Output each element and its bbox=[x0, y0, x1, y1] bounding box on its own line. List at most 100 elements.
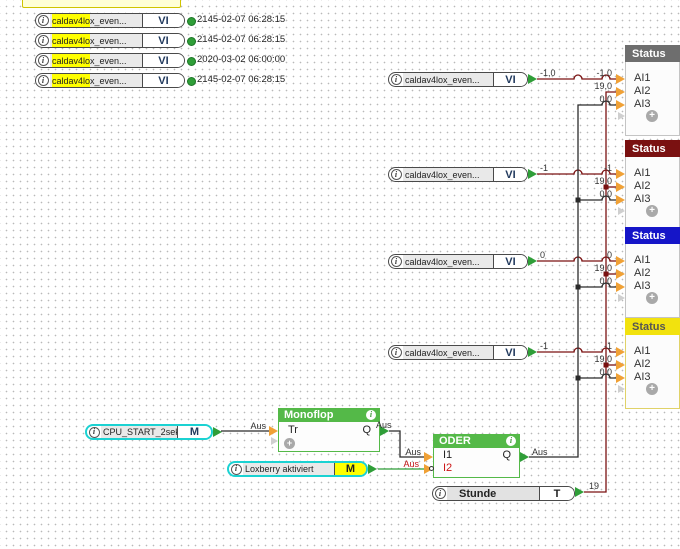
port-vi: VI bbox=[143, 54, 184, 67]
oder-block-body[interactable]: I1 I2 Q bbox=[433, 448, 520, 478]
oder-block-header[interactable]: ODER i bbox=[433, 434, 520, 448]
vi-terminal-left-2[interactable]: i caldav4lo x_even... VI bbox=[35, 33, 185, 48]
stunde-terminal[interactable]: i Stunde T bbox=[432, 486, 575, 501]
input-connector[interactable] bbox=[616, 100, 625, 110]
output-value-timestamp: 2145-02-07 06:28:15 bbox=[197, 34, 286, 45]
monoflop-block-body[interactable]: Tr Q bbox=[278, 422, 380, 452]
loxberry-terminal[interactable]: i Loxberry aktiviert M bbox=[227, 461, 368, 477]
output-value-timestamp: 2145-02-07 06:28:15 bbox=[197, 74, 286, 85]
output-connector[interactable] bbox=[368, 464, 377, 474]
input-ai2: AI2 bbox=[634, 358, 651, 370]
wire-value: -1 bbox=[603, 341, 612, 351]
output-connector[interactable] bbox=[187, 37, 196, 46]
info-icon: i bbox=[36, 35, 50, 46]
input-ai1: AI1 bbox=[634, 254, 651, 266]
wire-value: 0 bbox=[606, 250, 612, 260]
output-value-timestamp: 2145-02-07 06:28:15 bbox=[197, 14, 286, 25]
info-icon: i bbox=[229, 463, 243, 475]
input-ai2: AI2 bbox=[634, 180, 651, 192]
partial-block-top[interactable] bbox=[22, 0, 181, 8]
output-connector[interactable] bbox=[528, 347, 537, 357]
terminal-label: caldav4lox_even... bbox=[50, 74, 143, 87]
vi-terminal-left-4[interactable]: i caldav4lo x_even... VI bbox=[35, 73, 185, 88]
input-connector[interactable] bbox=[616, 269, 625, 279]
wire-state-label: Aus bbox=[405, 447, 421, 457]
output-connector[interactable] bbox=[187, 17, 196, 26]
info-icon: i bbox=[389, 256, 403, 267]
input-connector[interactable] bbox=[616, 182, 625, 192]
input-ai1: AI1 bbox=[634, 72, 651, 84]
terminal-label: Stunde bbox=[447, 487, 540, 500]
input-connector[interactable] bbox=[616, 195, 625, 205]
output-connector[interactable] bbox=[187, 57, 196, 66]
wire-value: 0 bbox=[540, 250, 546, 260]
input-connector[interactable] bbox=[269, 426, 278, 436]
wire-value: 0,0 bbox=[599, 276, 612, 286]
info-icon[interactable]: i bbox=[366, 410, 376, 420]
wire-state-label: Aus bbox=[532, 447, 548, 457]
wire-stunde-trunk bbox=[584, 91, 616, 493]
terminal-label: caldav4lox_even... bbox=[50, 14, 143, 27]
info-icon: i bbox=[36, 15, 50, 26]
add-input-icon[interactable]: + bbox=[646, 110, 658, 122]
vi-terminal-left-3[interactable]: i caldav4lo x_even... VI bbox=[35, 53, 185, 68]
input-connector[interactable] bbox=[616, 373, 625, 383]
status-block-4[interactable]: Status AI1 AI2 AI3 bbox=[625, 318, 680, 409]
wire-value: 19,0 bbox=[594, 176, 612, 186]
vi-terminal-mid-4[interactable]: i caldav4lox_even... VI bbox=[388, 345, 528, 360]
add-input-icon[interactable]: + bbox=[646, 383, 658, 395]
info-icon: i bbox=[433, 488, 447, 499]
wire-value: 19,0 bbox=[594, 354, 612, 364]
output-connector[interactable] bbox=[213, 427, 222, 437]
input-ai1: AI1 bbox=[634, 167, 651, 179]
monoflop-block-header[interactable]: Monoflop i bbox=[278, 408, 380, 422]
terminal-label: caldav4lox_even... bbox=[403, 168, 494, 181]
terminal-label: caldav4lox_even... bbox=[403, 346, 494, 359]
spare-input-connector bbox=[618, 207, 625, 215]
output-connector[interactable] bbox=[575, 487, 584, 497]
status-block-3[interactable]: Status AI1 AI2 AI3 bbox=[625, 227, 680, 318]
port-vi: VI bbox=[143, 74, 184, 87]
vi-terminal-left-1[interactable]: i caldav4lo x_even... VI bbox=[35, 13, 185, 28]
port-vi: VI bbox=[494, 73, 527, 86]
output-connector[interactable] bbox=[528, 74, 537, 84]
input-connector[interactable] bbox=[616, 347, 625, 357]
add-input-icon[interactable]: + bbox=[284, 438, 295, 449]
add-input-icon[interactable]: + bbox=[646, 205, 658, 217]
spare-input-connector bbox=[618, 112, 625, 120]
input-connector[interactable] bbox=[616, 74, 625, 84]
vi-terminal-mid-1[interactable]: i caldav4lox_even... VI bbox=[388, 72, 528, 87]
spare-input-connector bbox=[271, 437, 278, 445]
input-connector[interactable] bbox=[424, 452, 433, 462]
wire-black-group bbox=[221, 100, 616, 458]
output-connector[interactable] bbox=[528, 169, 537, 179]
input-connector[interactable] bbox=[616, 169, 625, 179]
wire-ai1-group bbox=[537, 74, 616, 353]
terminal-label: caldav4lox_even... bbox=[50, 54, 143, 67]
port-m: M bbox=[335, 463, 366, 475]
vi-terminal-mid-3[interactable]: i caldav4lox_even... VI bbox=[388, 254, 528, 269]
input-ai2: AI2 bbox=[634, 267, 651, 279]
wire-value: -1 bbox=[540, 341, 549, 351]
spare-input-connector bbox=[618, 385, 625, 393]
add-input-icon[interactable]: + bbox=[646, 292, 658, 304]
output-connector[interactable] bbox=[528, 256, 537, 266]
status-block-title: Status bbox=[625, 227, 680, 244]
input-connector[interactable] bbox=[616, 360, 625, 370]
block-title: Monoflop bbox=[284, 409, 334, 421]
input-connector[interactable] bbox=[616, 87, 625, 97]
output-connector[interactable] bbox=[520, 452, 529, 462]
wire-state-label: Aus bbox=[376, 420, 392, 430]
info-icon[interactable]: i bbox=[506, 436, 516, 446]
info-icon: i bbox=[389, 74, 403, 85]
cpu-start-terminal[interactable]: i CPU_START_2sek M bbox=[85, 424, 213, 440]
status-block-2[interactable]: Status AI1 AI2 AI3 bbox=[625, 140, 680, 231]
output-connector[interactable] bbox=[187, 77, 196, 86]
status-block-1[interactable]: Status AI1 AI2 AI3 bbox=[625, 45, 680, 136]
wire-value: 19 bbox=[589, 481, 600, 491]
info-icon: i bbox=[389, 169, 403, 180]
block-title: ODER bbox=[439, 435, 471, 447]
input-connector[interactable] bbox=[616, 282, 625, 292]
vi-terminal-mid-2[interactable]: i caldav4lox_even... VI bbox=[388, 167, 528, 182]
input-connector[interactable] bbox=[616, 256, 625, 266]
